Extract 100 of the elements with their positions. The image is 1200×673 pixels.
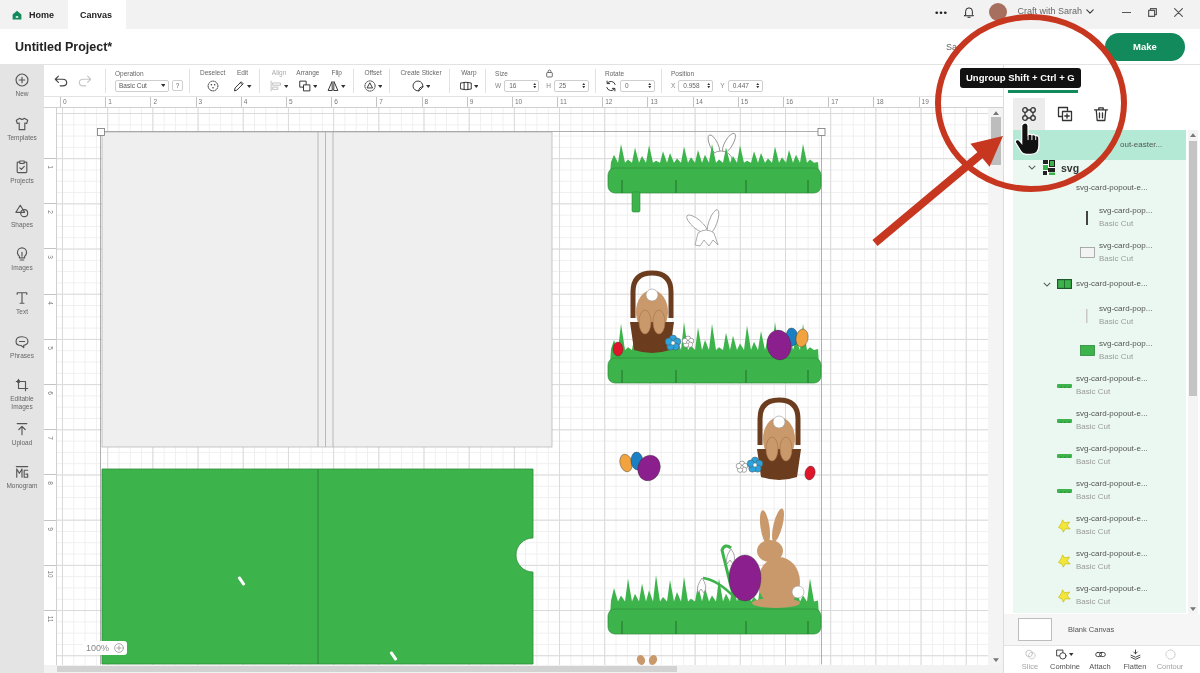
resize-handle[interactable] xyxy=(817,128,826,136)
house-icon xyxy=(12,9,22,20)
shapes-icon xyxy=(15,203,29,218)
canvas-swatch[interactable] xyxy=(1018,618,1052,641)
scroll-down-icon[interactable] xyxy=(992,658,999,662)
zoom-level: 100% xyxy=(86,643,110,653)
window-tab[interactable]: Canvas xyxy=(68,0,127,29)
scroll-down-icon[interactable] xyxy=(1190,607,1196,611)
overlapping-circles-icon xyxy=(1024,648,1036,660)
bell-icon[interactable] xyxy=(963,6,976,18)
bar-thumbnail-icon xyxy=(1056,418,1072,423)
chevron-down-icon[interactable] xyxy=(1086,9,1094,14)
stepper-icon[interactable] xyxy=(648,82,652,89)
layer-item[interactable]: svg-card-popout-e... Basic Cut xyxy=(1013,438,1186,473)
lock-icon[interactable] xyxy=(545,69,553,78)
egg-icon xyxy=(795,328,809,348)
chevron-down-icon[interactable] xyxy=(1043,281,1051,287)
layer-item[interactable]: svg-card-popout-e... Basic Cut xyxy=(1013,543,1186,578)
layer-item[interactable]: svg-card-pop... Basic Cut xyxy=(1013,235,1186,270)
stepper-icon[interactable] xyxy=(706,82,711,89)
layer-item[interactable]: svg-card-popout-e... Basic Cut xyxy=(1013,403,1186,438)
operation-label: Basic Cut xyxy=(1076,422,1112,432)
bar-thumbnail-icon xyxy=(1056,453,1072,458)
scrollbar-thumb[interactable] xyxy=(57,666,677,672)
egg-icon xyxy=(619,454,633,472)
stepper-icon[interactable] xyxy=(582,82,586,90)
layer-item[interactable]: svg-card-popout-e... Basic Cut xyxy=(1013,473,1186,508)
line-thumbnail-icon xyxy=(1086,308,1088,323)
shirt-icon xyxy=(15,116,29,131)
bunny-ears-drawing xyxy=(686,209,720,247)
layer-item[interactable]: svg-card-pop... Basic Cut xyxy=(1013,333,1186,368)
rotate-icon[interactable] xyxy=(604,79,617,92)
layer-name: svg-card-popout-e... xyxy=(1076,549,1148,559)
plus-circle-icon xyxy=(15,73,29,87)
egg-icon xyxy=(728,554,762,602)
grid-thumbnail-icon xyxy=(1043,160,1055,175)
layer-name: svg-card-popout-e... xyxy=(1076,444,1148,454)
letter-t-icon xyxy=(15,290,29,305)
tooltip: Ungroup Shift + Ctrl + G xyxy=(960,68,1081,88)
avatar-icon[interactable] xyxy=(989,3,1008,21)
layer-item[interactable]: svg-card-popout-e... Basic Cut xyxy=(1013,368,1186,403)
scroll-up-icon[interactable] xyxy=(992,111,999,115)
bar-thumbnail-icon xyxy=(1056,383,1072,388)
monogram-icon xyxy=(15,465,29,480)
layer-name: svg-card-popout-e... xyxy=(1076,479,1148,489)
bar-thumbnail-icon xyxy=(1056,488,1072,493)
rectangle-thumbnail-icon xyxy=(1079,345,1095,356)
lightbulb-icon xyxy=(15,247,29,262)
flower-icon xyxy=(664,334,682,351)
operation-label: Basic Cut xyxy=(1099,219,1135,229)
rectangle-thumbnail-icon xyxy=(1079,247,1095,258)
clipboard-icon xyxy=(15,160,29,175)
dashed-circle-icon xyxy=(1164,648,1176,660)
layer-name: svg xyxy=(1061,161,1080,174)
layer-item[interactable]: svg-card-popout-e... xyxy=(1013,175,1186,200)
trash-icon xyxy=(1093,106,1109,122)
operation-label: Basic Cut xyxy=(1076,562,1112,572)
ungroup-button[interactable] xyxy=(1013,98,1045,130)
undo-button[interactable] xyxy=(54,73,68,88)
stack-arrow-icon xyxy=(1129,648,1141,660)
layer-name: svg-card-popout-e... xyxy=(1076,514,1148,524)
account-name[interactable]: Craft with Sarah xyxy=(1017,6,1082,17)
flower-icon xyxy=(681,335,695,348)
card-thumbnail-icon xyxy=(1056,279,1072,289)
connected-nodes-icon xyxy=(1021,106,1037,122)
scroll-up-icon[interactable] xyxy=(1190,133,1196,137)
tab-underline xyxy=(1008,90,1078,93)
layer-item[interactable]: svg-card-pop... Basic Cut xyxy=(1013,200,1186,235)
operation-label: Basic Cut xyxy=(1076,597,1112,607)
restore-icon[interactable] xyxy=(1148,8,1157,17)
duplicate-icon xyxy=(1057,106,1073,122)
close-icon[interactable] xyxy=(1174,8,1183,17)
stepper-icon[interactable] xyxy=(756,82,760,89)
splat-thumbnail-icon xyxy=(1057,518,1071,533)
layer-name: svg-card-popout-e... xyxy=(1076,584,1148,594)
warp-grid-icon xyxy=(459,80,472,92)
layer-name: svg-card-popout-e... xyxy=(1076,409,1148,419)
chevron-down-icon[interactable] xyxy=(1028,165,1036,170)
resize-handle[interactable] xyxy=(97,128,105,136)
undo-icon xyxy=(54,73,68,88)
layer-name: svg-card-pop... xyxy=(1099,241,1153,251)
layer-item[interactable]: svg-card-popout-e... Basic Cut xyxy=(1013,508,1186,543)
minimize-icon[interactable] xyxy=(1122,12,1131,14)
layer-name: svg-card-popout-e... xyxy=(1076,279,1148,289)
line-thumbnail-icon xyxy=(1086,210,1088,225)
caret-icon xyxy=(160,84,165,87)
speech-bubble-icon xyxy=(15,334,29,349)
redo-icon xyxy=(78,73,92,88)
layer-item[interactable]: svg-card-popout-e... xyxy=(1013,270,1186,298)
layer-item[interactable]: svg-card-popout-e... Basic Cut xyxy=(1013,578,1186,613)
window-tab[interactable]: Home xyxy=(0,0,68,29)
operation-label: Basic Cut xyxy=(1076,457,1112,467)
layer-item[interactable]: svg xyxy=(1013,160,1186,175)
layer-item[interactable]: svg-card-pop... Basic Cut xyxy=(1013,298,1186,333)
scrollbar-thumb[interactable] xyxy=(1189,141,1197,396)
make-button[interactable]: Make xyxy=(1105,32,1185,61)
stepper-icon[interactable] xyxy=(532,82,537,90)
egg-icon xyxy=(612,341,624,357)
splat-thumbnail-icon xyxy=(1057,588,1071,603)
more-icon[interactable] xyxy=(935,11,948,15)
